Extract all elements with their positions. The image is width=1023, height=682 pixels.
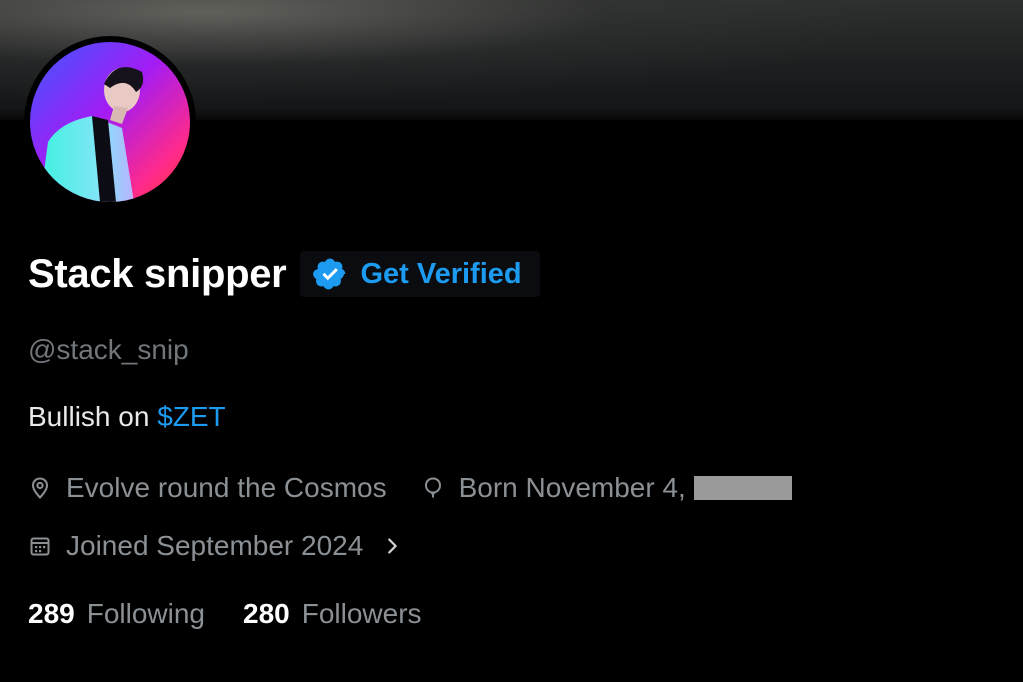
follow-stats: 289 Following 280 Followers	[28, 598, 422, 630]
location-text: Evolve round the Cosmos	[66, 472, 387, 503]
redacted-year	[693, 476, 792, 500]
chevron-right-icon[interactable]	[381, 535, 403, 557]
followers-label: Followers	[301, 598, 422, 629]
joined-item: Joined September 2024	[28, 530, 403, 562]
following-label: Following	[86, 598, 205, 629]
user-handle: @stack_snip	[28, 334, 189, 365]
calendar-icon	[28, 534, 52, 558]
followers-count: 280	[243, 598, 290, 629]
bio: Bullish on $ZET	[28, 401, 226, 433]
following-count: 289	[28, 598, 75, 629]
avatar-image	[30, 42, 190, 202]
name-row: Stack snipper Get Verified	[28, 248, 540, 300]
profile-page: Stack snipper Get Verified @stack_snip B…	[0, 0, 1023, 682]
birthday-item: Born November 4,	[421, 472, 792, 504]
joined-text: Joined September 2024	[66, 530, 364, 561]
followers-link[interactable]: 280 Followers	[243, 598, 422, 630]
following-link[interactable]: 289 Following	[28, 598, 205, 630]
bio-cashtag-link[interactable]: $ZET	[157, 401, 225, 432]
display-name: Stack snipper	[28, 251, 287, 296]
location-pin-icon	[28, 476, 52, 500]
location-item: Evolve round the Cosmos	[28, 472, 387, 504]
get-verified-button[interactable]: Get Verified	[300, 251, 540, 297]
balloon-icon	[421, 476, 445, 500]
verified-badge-icon	[312, 256, 348, 292]
bio-text: Bullish on	[28, 401, 158, 432]
get-verified-label: Get Verified	[360, 257, 522, 290]
joined-row: Joined September 2024	[28, 530, 403, 562]
profile-meta-row: Evolve round the Cosmos Born November 4,	[28, 472, 792, 504]
avatar[interactable]	[24, 36, 196, 208]
birthday-text: Born November 4,	[458, 472, 686, 503]
